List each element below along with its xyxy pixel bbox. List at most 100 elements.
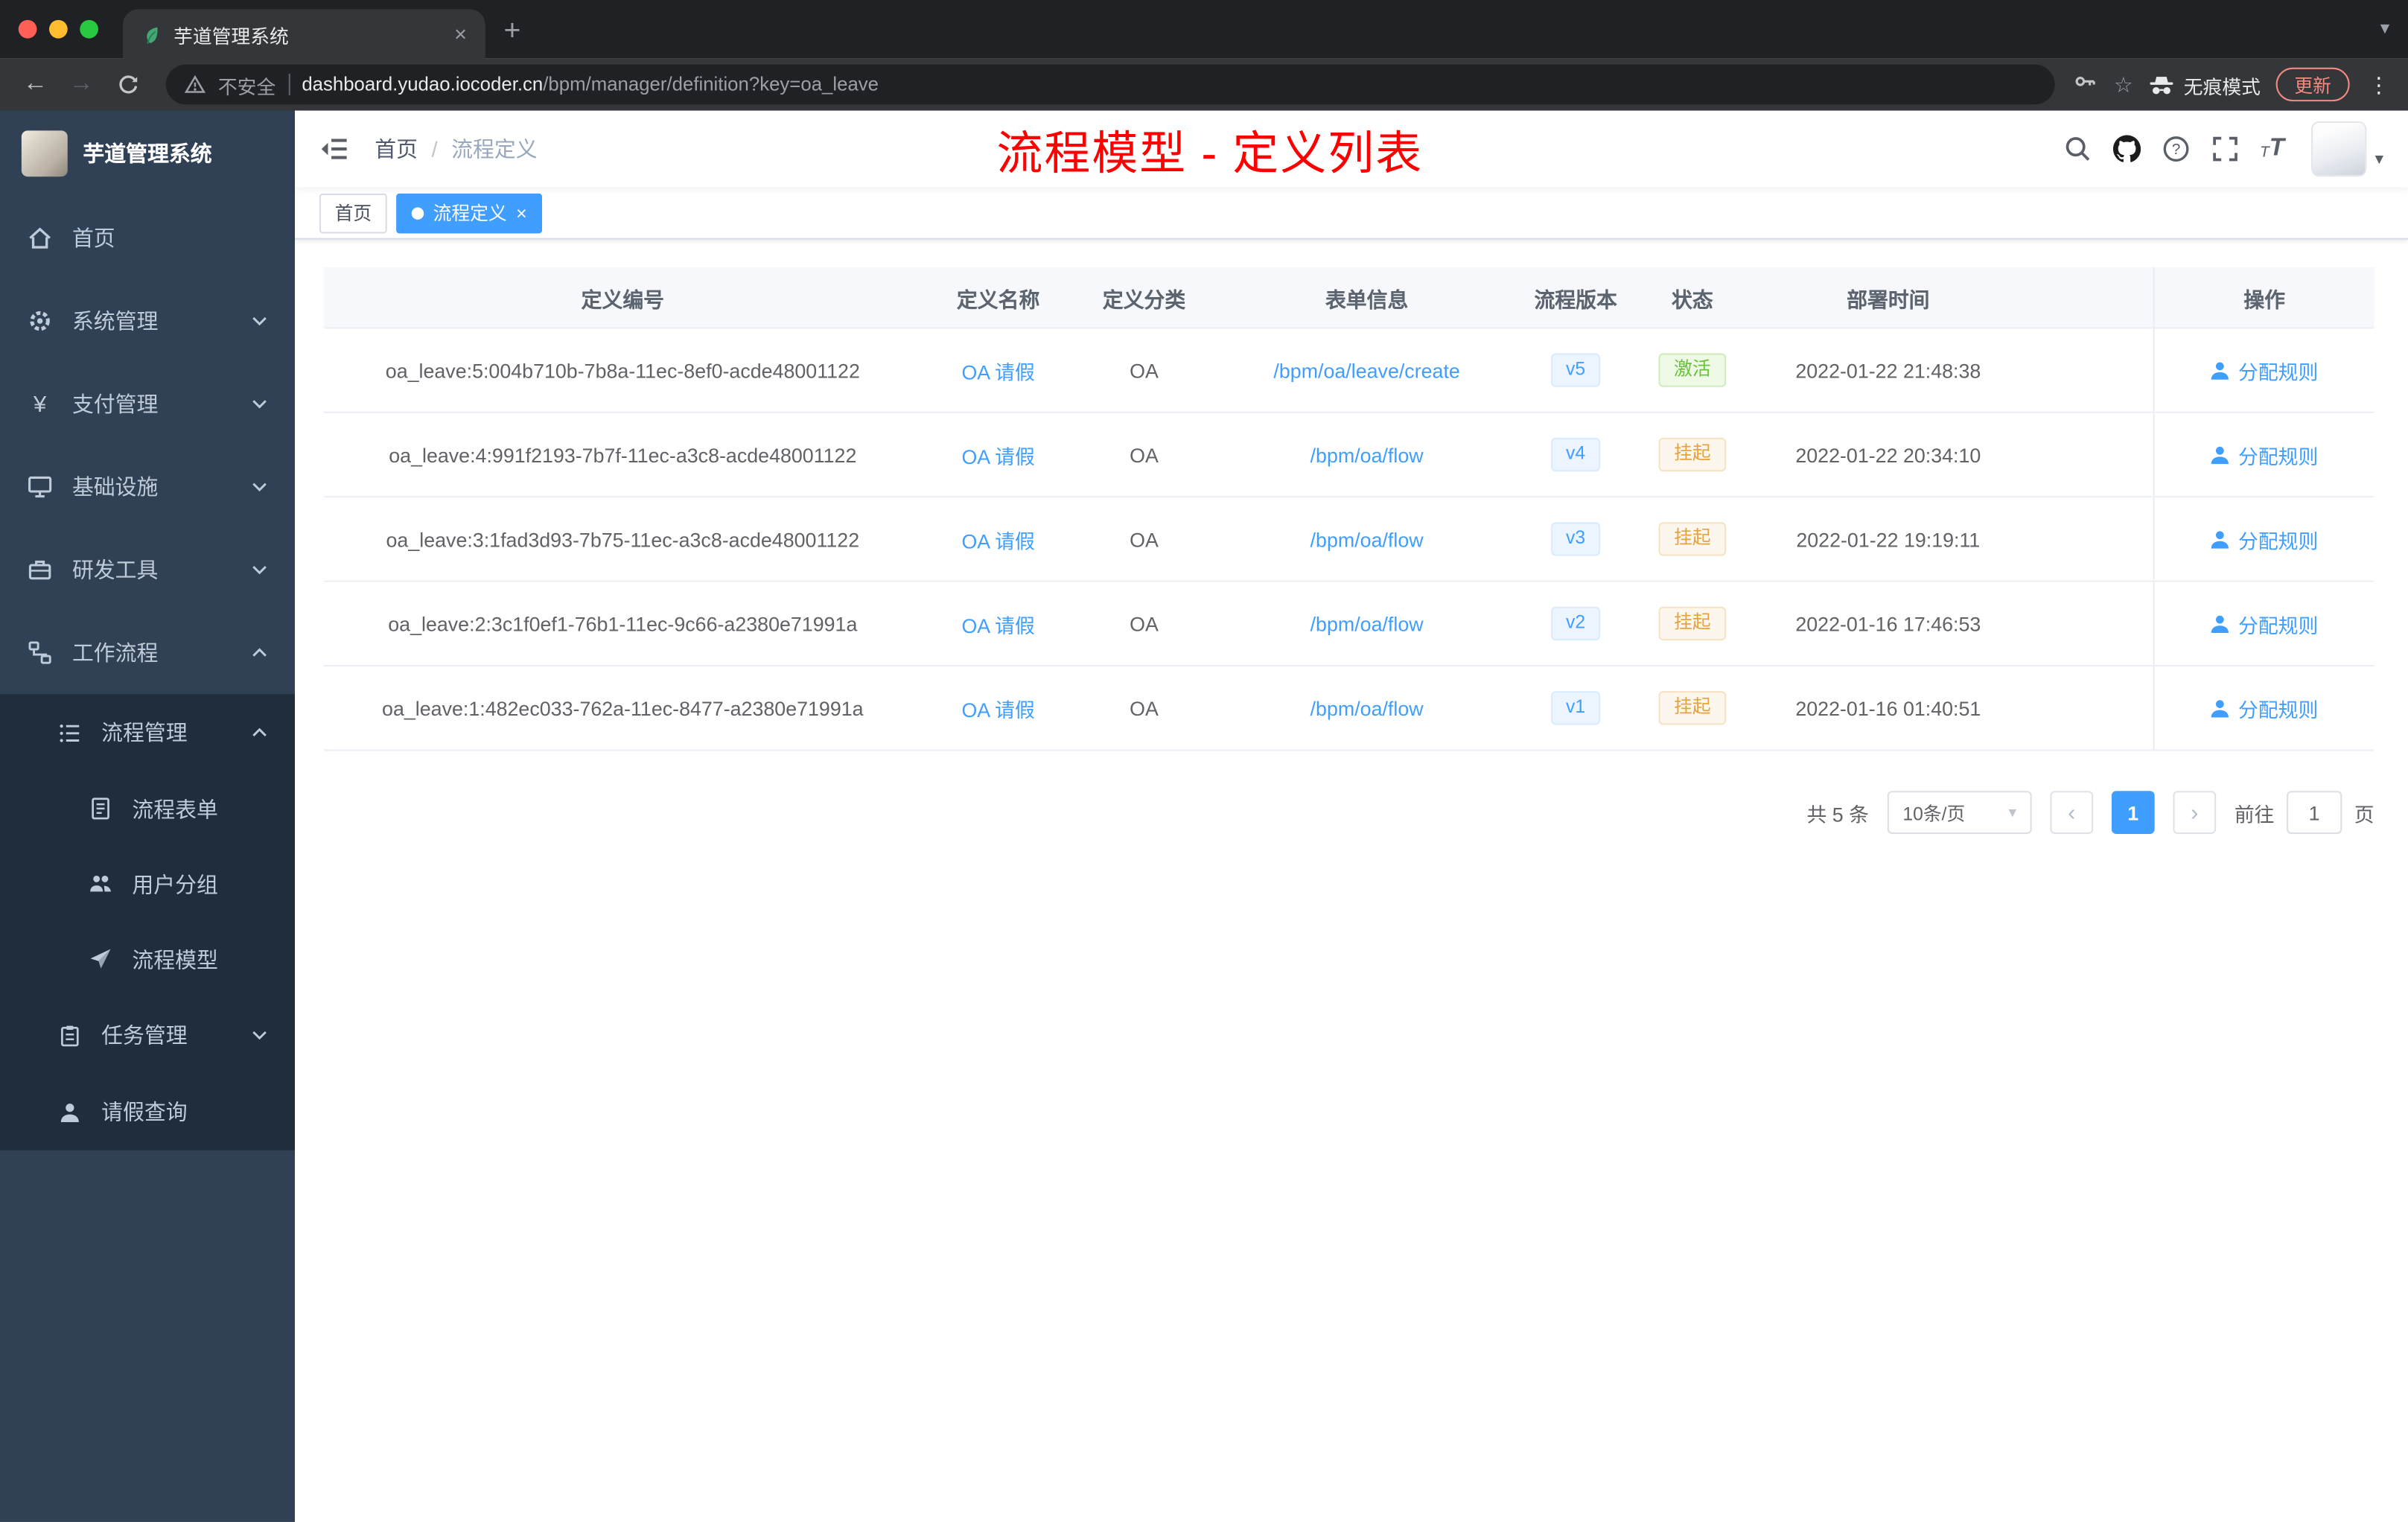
sidebar-item-user-group[interactable]: 用户分组 bbox=[0, 846, 295, 921]
table-row: oa_leave:1:482ec033-762a-11ec-8477-a2380… bbox=[324, 666, 2374, 751]
github-icon[interactable] bbox=[2112, 135, 2141, 163]
sidebar-item-label: 首页 bbox=[71, 226, 115, 251]
reload-button[interactable] bbox=[107, 65, 147, 105]
url-path: /bpm/manager/definition?key=oa_leave bbox=[543, 74, 879, 95]
cell-actions: 分配规则 bbox=[2153, 413, 2374, 497]
forward-button[interactable]: → bbox=[62, 65, 102, 105]
page-number-current[interactable]: 1 bbox=[2111, 791, 2155, 834]
form-info-link[interactable]: /bpm/oa/leave/create bbox=[1273, 359, 1459, 382]
sidebar-item-devtools[interactable]: 研发工具 bbox=[0, 529, 295, 611]
definition-name-link[interactable]: OA 请假 bbox=[961, 524, 1034, 553]
bookmark-star-icon[interactable]: ☆ bbox=[2114, 71, 2133, 98]
table-row: oa_leave:5:004b710b-7b8a-11ec-8ef0-acde4… bbox=[324, 328, 2374, 413]
cell-definition-id: oa_leave:2:3c1f0ef1-76b1-11ec-9c66-a2380… bbox=[388, 611, 858, 635]
sidebar-item-leave-query[interactable]: 请假查询 bbox=[0, 1074, 295, 1150]
form-info-link[interactable]: /bpm/oa/flow bbox=[1310, 527, 1424, 550]
version-badge: v4 bbox=[1550, 438, 1601, 471]
tag-close-icon[interactable]: × bbox=[516, 202, 526, 223]
person-icon bbox=[2211, 361, 2229, 379]
version-badge: v2 bbox=[1550, 607, 1601, 640]
sidebar-item-label: 系统管理 bbox=[71, 308, 159, 334]
assign-rule-button[interactable]: 分配规则 bbox=[2211, 609, 2318, 638]
new-tab-button[interactable]: + bbox=[504, 16, 521, 49]
sidebar-item-payment[interactable]: ¥ 支付管理 bbox=[0, 363, 295, 445]
close-window-button[interactable] bbox=[18, 19, 37, 39]
definition-name-link[interactable]: OA 请假 bbox=[961, 355, 1034, 384]
page-content: 定义编号 定义名称 定义分类 表单信息 流程版本 状态 部署时间 操作 oa_l… bbox=[295, 239, 2408, 1522]
workflow-icon bbox=[28, 641, 51, 664]
definition-name-link[interactable]: OA 请假 bbox=[961, 440, 1034, 469]
tab-search-chevron-icon[interactable]: ▾ bbox=[2380, 17, 2389, 39]
tag-process-definition[interactable]: 流程定义 × bbox=[396, 192, 543, 233]
sidebar-item-process-management[interactable]: 流程管理 bbox=[0, 694, 295, 771]
tab-close-icon[interactable]: × bbox=[451, 22, 470, 46]
incognito-label: 无痕模式 bbox=[2183, 76, 2261, 98]
assign-rule-button[interactable]: 分配规则 bbox=[2211, 355, 2318, 384]
minimize-window-button[interactable] bbox=[49, 19, 68, 39]
form-info-link[interactable]: /bpm/oa/flow bbox=[1310, 443, 1424, 466]
page-size-select[interactable]: 10条/页 ▾ bbox=[1887, 791, 2032, 834]
assign-rule-label: 分配规则 bbox=[2238, 613, 2319, 637]
tag-home[interactable]: 首页 bbox=[319, 192, 387, 233]
page-annotation: 流程模型 - 定义列表 bbox=[996, 129, 1424, 180]
select-caret-icon: ▾ bbox=[2008, 803, 2016, 821]
page-url[interactable]: dashboard.yudao.iocoder.cn/bpm/manager/d… bbox=[302, 74, 879, 95]
form-info-link[interactable]: /bpm/oa/flow bbox=[1310, 696, 1424, 719]
sidebar-item-system[interactable]: 系统管理 bbox=[0, 279, 295, 362]
user-avatar-menu[interactable]: ▾ bbox=[2312, 121, 2383, 177]
sidebar-item-process-form[interactable]: 流程表单 bbox=[0, 771, 295, 846]
help-icon[interactable]: ? bbox=[2162, 136, 2189, 163]
cell-spacer bbox=[2022, 413, 2153, 496]
cell-form-info: /bpm/oa/flow bbox=[1213, 497, 1520, 580]
not-secure-warning-icon bbox=[184, 74, 206, 93]
browser-tab[interactable]: 芋道管理系统 × bbox=[123, 9, 485, 59]
sidebar-item-process-model[interactable]: 流程模型 bbox=[0, 922, 295, 997]
sidebar-toggle-button[interactable] bbox=[319, 133, 350, 164]
sidebar-item-home[interactable]: 首页 bbox=[0, 197, 295, 279]
search-icon[interactable] bbox=[2063, 136, 2091, 163]
avatar-caret-icon: ▾ bbox=[2374, 150, 2383, 169]
users-icon bbox=[90, 875, 112, 892]
gear-icon bbox=[30, 311, 50, 331]
definition-name-link[interactable]: OA 请假 bbox=[961, 609, 1034, 638]
sidebar-logo[interactable]: 芋道管理系统 bbox=[0, 111, 295, 197]
monitor-icon bbox=[28, 476, 52, 498]
browser-menu-icon[interactable]: ⋮ bbox=[2365, 71, 2392, 98]
cell-status: 挂起 bbox=[1631, 497, 1754, 580]
pagination: 共 5 条 10条/页 ▾ ‹ 1 › 前往 1 页 bbox=[324, 791, 2374, 834]
form-info-link[interactable]: /bpm/oa/flow bbox=[1310, 612, 1424, 635]
browser-tab-strip: 芋道管理系统 × + ▾ bbox=[0, 0, 2408, 59]
assign-rule-label: 分配规则 bbox=[2238, 360, 2319, 383]
next-page-button[interactable]: › bbox=[2173, 791, 2217, 834]
assign-rule-button[interactable]: 分配规则 bbox=[2211, 440, 2318, 469]
cell-definition-id: oa_leave:3:1fad3d93-7b75-11ec-a3c8-acde4… bbox=[386, 527, 860, 551]
logo-title: 芋道管理系统 bbox=[83, 141, 212, 166]
assign-rule-button[interactable]: 分配规则 bbox=[2211, 693, 2318, 722]
password-key-icon[interactable] bbox=[2074, 69, 2098, 101]
fullscreen-icon[interactable] bbox=[2211, 136, 2238, 163]
status-badge: 挂起 bbox=[1658, 438, 1727, 471]
cell-version: v4 bbox=[1520, 413, 1631, 496]
cell-version: v5 bbox=[1520, 328, 1631, 411]
cell-deploy-time: 2022-01-22 21:48:38 bbox=[1795, 358, 1981, 382]
font-size-icon[interactable]: TT bbox=[2260, 136, 2284, 162]
toolbar-right: ☆ 无痕模式 更新 ⋮ bbox=[2074, 67, 2392, 102]
back-button[interactable]: ← bbox=[16, 65, 56, 105]
definition-name-link[interactable]: OA 请假 bbox=[961, 693, 1034, 722]
sidebar-item-task-management[interactable]: 任务管理 bbox=[0, 997, 295, 1074]
pagination-goto: 前往 1 页 bbox=[2235, 791, 2374, 834]
sidebar-item-workflow[interactable]: 工作流程 bbox=[0, 611, 295, 694]
table-header: 定义编号 定义名称 定义分类 表单信息 流程版本 状态 部署时间 操作 bbox=[324, 267, 2374, 329]
breadcrumb-home[interactable]: 首页 bbox=[375, 133, 418, 164]
sidebar-item-infrastructure[interactable]: 基础设施 bbox=[0, 445, 295, 528]
security-label[interactable]: 不安全 bbox=[218, 70, 275, 99]
goto-page-input[interactable]: 1 bbox=[2287, 791, 2342, 834]
address-bar[interactable]: 不安全 dashboard.yudao.iocoder.cn/bpm/manag… bbox=[165, 64, 2056, 105]
zoom-window-button[interactable] bbox=[80, 19, 98, 39]
assign-rule-button[interactable]: 分配规则 bbox=[2211, 524, 2318, 553]
prev-page-button[interactable]: ‹ bbox=[2050, 791, 2094, 834]
cell-definition-id: oa_leave:5:004b710b-7b8a-11ec-8ef0-acde4… bbox=[385, 358, 860, 382]
update-button[interactable]: 更新 bbox=[2275, 67, 2350, 102]
cell-version: v2 bbox=[1520, 582, 1631, 665]
incognito-icon bbox=[2150, 76, 2173, 94]
